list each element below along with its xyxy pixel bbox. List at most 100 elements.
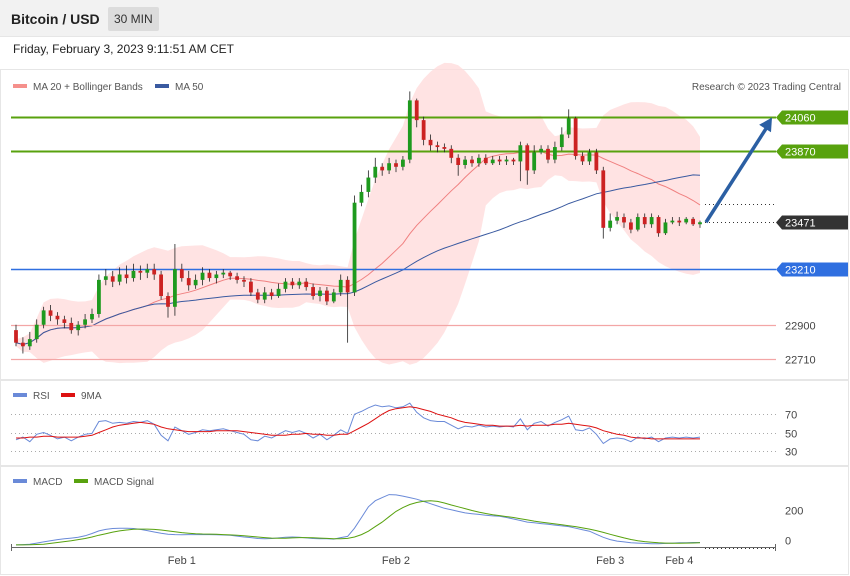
- candle: [62, 319, 67, 323]
- bollinger-area: [16, 62, 700, 365]
- candle: [580, 156, 585, 162]
- candle: [235, 276, 239, 280]
- candle: [55, 315, 60, 320]
- candle: [193, 279, 198, 286]
- candle: [345, 279, 350, 293]
- macd-legend: MACD MACD Signal: [13, 477, 154, 488]
- candle: [152, 269, 157, 275]
- candle: [470, 159, 474, 164]
- candle: [366, 177, 371, 192]
- rsi-ma-swatch: [61, 393, 75, 397]
- resistance-label: 23870: [785, 147, 816, 159]
- bollinger-band: [16, 62, 700, 365]
- candle: [331, 292, 336, 302]
- candle: [48, 310, 53, 316]
- macd-tick-label: 200: [785, 506, 803, 518]
- candle: [656, 217, 661, 234]
- candle: [359, 191, 364, 203]
- candle: [173, 269, 177, 307]
- rsi-ma-legend-label: 9MA: [81, 391, 102, 402]
- candle: [635, 217, 640, 230]
- candle: [559, 134, 564, 148]
- rsi-tick-label: 30: [785, 447, 797, 459]
- candle: [622, 217, 626, 223]
- candle: [642, 217, 647, 225]
- candle: [587, 152, 592, 162]
- rsi-legend-label: RSI: [33, 391, 50, 402]
- candle: [138, 270, 143, 273]
- macd-line: [15, 494, 700, 546]
- candle: [387, 163, 391, 171]
- candle: [483, 157, 488, 164]
- candle: [573, 118, 578, 157]
- candle: [677, 220, 682, 223]
- candle: [511, 159, 516, 162]
- support-label: 23210: [785, 265, 816, 277]
- candle: [325, 290, 329, 302]
- candle: [594, 152, 599, 171]
- candle: [421, 120, 426, 140]
- candle: [131, 270, 136, 279]
- macd-signal-swatch: [74, 479, 88, 483]
- candle: [691, 218, 695, 225]
- candle: [186, 278, 191, 286]
- candle: [117, 274, 122, 282]
- forecast-arrow: [704, 117, 772, 224]
- level-label: 22710: [785, 355, 816, 367]
- candle: [159, 274, 163, 297]
- candle: [663, 222, 668, 234]
- candle: [76, 324, 81, 331]
- candle: [449, 148, 454, 158]
- candle: [34, 324, 39, 340]
- candle: [401, 159, 405, 167]
- candle: [242, 279, 246, 282]
- candle: [255, 292, 260, 300]
- candle: [179, 269, 184, 279]
- candle: [428, 139, 433, 146]
- candle: [83, 319, 87, 325]
- candle: [228, 272, 233, 277]
- candle: [698, 222, 702, 225]
- rsi-tick-label: 70: [785, 410, 797, 422]
- candle: [546, 148, 550, 160]
- candle: [504, 159, 509, 162]
- candle: [670, 220, 675, 223]
- candle: [221, 272, 226, 275]
- macd-legend-label: MACD: [33, 477, 62, 488]
- ma20-swatch: [13, 84, 27, 88]
- level-label: 22900: [785, 321, 816, 333]
- candle: [629, 222, 633, 230]
- credit-label: Research © 2023 Trading Central: [692, 82, 841, 93]
- candle: [525, 145, 530, 171]
- candle: [318, 290, 322, 297]
- x-tick-label: Feb 3: [596, 555, 624, 567]
- candle: [166, 296, 170, 307]
- candle: [290, 281, 295, 286]
- candle: [110, 276, 115, 282]
- candle: [145, 269, 150, 273]
- candle: [269, 292, 274, 297]
- candle: [103, 276, 108, 280]
- candle: [27, 339, 32, 347]
- candle: [304, 281, 309, 288]
- candle: [435, 145, 440, 148]
- candle: [394, 163, 398, 167]
- ma20-legend: MA 20 + Bollinger Bands: [33, 82, 143, 93]
- candle: [477, 157, 481, 164]
- candle: [311, 287, 315, 297]
- candle: [684, 218, 689, 223]
- candle: [283, 281, 288, 289]
- x-tick-label: Feb 2: [382, 555, 410, 567]
- candle: [352, 202, 357, 293]
- candle: [249, 281, 253, 293]
- candle: [276, 288, 281, 297]
- candle: [338, 279, 343, 293]
- candle: [518, 145, 523, 162]
- candle: [407, 100, 412, 160]
- x-axis: Feb 1 Feb 2 Feb 3 Feb 4: [11, 544, 776, 567]
- x-tick-label: Feb 4: [665, 555, 693, 567]
- candle: [124, 274, 129, 279]
- ma50-legend: MA 50: [175, 82, 204, 93]
- candle: [608, 220, 613, 228]
- candle: [601, 170, 606, 228]
